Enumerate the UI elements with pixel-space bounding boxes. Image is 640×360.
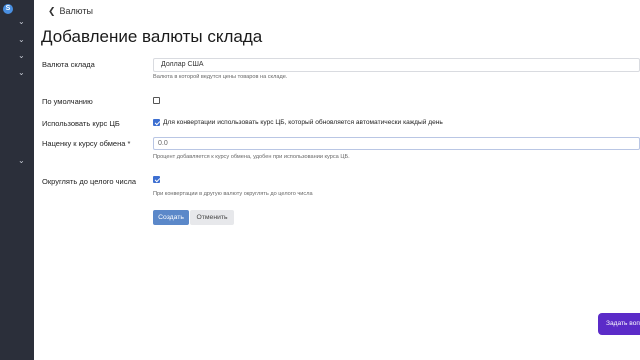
sidebar-chevron-down-icon[interactable]: ⌄ — [18, 157, 26, 165]
app-logo[interactable]: S — [3, 4, 13, 14]
markup-label: Наценку к курсу обмена * — [42, 139, 131, 148]
default-checkbox[interactable] — [153, 97, 160, 104]
use-cb-rate-label: Использовать курс ЦБ — [42, 119, 120, 128]
main-content: ❮ Валюты Добавление валюты склада Валюта … — [34, 0, 640, 360]
round-hint: При конвертации в другую валюту округлят… — [153, 191, 313, 197]
sidebar-chevron-down-icon[interactable]: ⌄ — [18, 18, 26, 26]
page-title: Добавление валюты склада — [41, 27, 263, 46]
back-link-label: Валюты — [59, 6, 93, 16]
cancel-button[interactable]: Отменить — [190, 210, 234, 225]
default-label: По умолчанию — [42, 97, 93, 106]
markup-hint: Процент добавляется к курсу обмена, удоб… — [153, 154, 350, 160]
sidebar: S ⌄ ⌄ ⌄ ⌄ ⌄ — [0, 0, 34, 360]
warehouse-currency-select[interactable]: Доллар США — [153, 58, 640, 72]
back-link[interactable]: ❮ Валюты — [48, 6, 93, 17]
warehouse-currency-label: Валюта склада — [42, 60, 95, 69]
use-cb-rate-text: Для конвертации использовать курс ЦБ, ко… — [163, 119, 443, 126]
sidebar-chevron-down-icon[interactable]: ⌄ — [18, 69, 26, 77]
use-cb-rate-checkbox[interactable] — [153, 119, 160, 126]
round-label: Округлять до целого числа — [42, 177, 137, 186]
ask-question-button[interactable]: Задать вопрос — [598, 313, 640, 335]
chevron-left-icon: ❮ — [48, 6, 56, 16]
create-button[interactable]: Создать — [153, 210, 189, 225]
sidebar-chevron-down-icon[interactable]: ⌄ — [18, 52, 26, 60]
round-checkbox[interactable] — [153, 176, 160, 183]
warehouse-currency-hint: Валюта в которой ведутся цены товаров на… — [153, 74, 288, 80]
markup-input[interactable]: 0.0 — [153, 137, 640, 150]
sidebar-chevron-down-icon[interactable]: ⌄ — [18, 36, 26, 44]
